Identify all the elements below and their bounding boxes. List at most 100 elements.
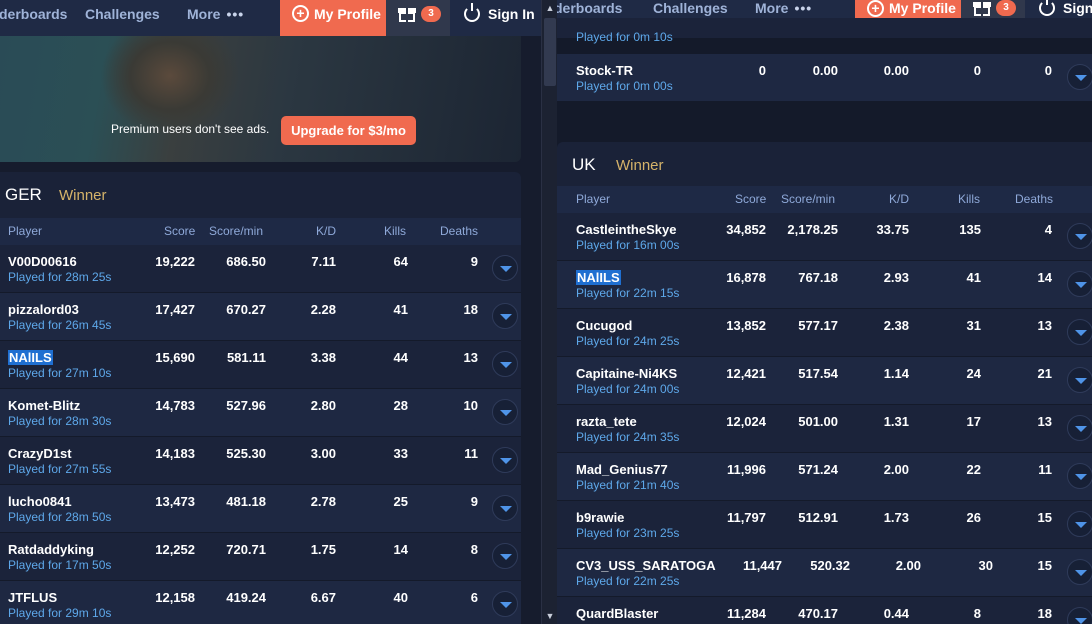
my-profile-button[interactable]: + My Profile [280,0,386,36]
player-name[interactable]: Stock-TR [576,63,633,78]
table-row[interactable]: razta_tete Played for 24m 35s 12,024 501.00… [557,405,1092,453]
expand-button[interactable] [1067,319,1092,345]
expand-button[interactable] [1067,511,1092,537]
nav-more-label: More [187,6,221,22]
player-name[interactable]: Cucugod [576,318,632,333]
col-score-min-uk: Score/min [781,192,836,206]
sign-in-button[interactable]: Sign In [464,0,535,36]
expand-button[interactable] [492,255,518,281]
player-name[interactable]: CastleintheSkye [576,222,676,237]
player-name[interactable]: b9rawie [576,510,624,525]
table-row[interactable]: Cucugod Played for 24m 25s 13,852 577.17 2.3… [557,309,1092,357]
table-row[interactable]: b9rawie Played for 23m 25s 11,797 512.91 1.7… [557,501,1092,549]
score-value: 34,852 [726,222,766,237]
expand-button[interactable] [1067,415,1092,441]
kd-value: 1.31 [883,414,909,429]
played-time: Played for 24m 25s [576,334,680,348]
table-row[interactable]: Stock-TR Played for 0m 00s 0 0.00 0.00 0… [557,54,1092,102]
player-name[interactable]: NAlILS [576,270,621,285]
table-row[interactable]: CastleintheSkye Played for 16m 00s 34,852 2… [557,213,1092,261]
expand-button[interactable] [1067,367,1092,393]
player-name[interactable]: Mad_Genius77 [576,462,668,477]
expand-button[interactable] [492,303,518,329]
kills-value: 28 [393,398,408,413]
score-value: 13,852 [726,318,766,333]
ad-text: Premium users don't see ads. [111,122,270,136]
table-row[interactable]: Komet-Blitz Played for 28m 30s 14,783 527.9… [0,389,521,437]
chevron-down-icon [500,506,512,512]
player-name[interactable]: JTFLUS [8,590,57,605]
table-row[interactable]: V00D00616 Played for 28m 25s 19,222 686.50 7… [0,245,521,293]
expand-button[interactable] [492,591,518,617]
scroll-thumb[interactable] [544,18,556,86]
upgrade-button[interactable]: Upgrade for $3/mo [281,116,416,145]
table-row[interactable]: NAlILS Played for 22m 15s 16,878 767.18 2.93… [557,261,1092,309]
expand-button[interactable] [492,351,518,377]
expand-button[interactable] [492,543,518,569]
kills-value: 41 [966,270,981,285]
table-row[interactable]: Ratdaddyking Played for 17m 50s 12,252 720.… [0,533,521,581]
right-window: derboards Challenges More ••• + My Profil… [557,0,1092,624]
chevron-down-icon [1075,426,1087,432]
kd-value: 2.00 [883,462,909,477]
score-value: 13,473 [155,494,195,509]
score-min-value: 571.24 [798,462,838,477]
expand-button[interactable] [1067,271,1092,297]
left-window: derboards Challenges More ••• + My Profil… [0,0,541,624]
expand-button[interactable] [1067,463,1092,489]
expand-button[interactable] [492,399,518,425]
kd-value: 6.67 [310,590,336,605]
table-row[interactable]: QuardBlaster 11,284 470.17 0.44 8 18 [557,597,1092,624]
scrollbar[interactable]: ▲ ▼ [541,0,557,624]
deaths-value: 13 [1037,414,1052,429]
table-row[interactable]: NAlILS Played for 27m 10s 15,690 581.11 3.38… [0,341,521,389]
table-row[interactable]: CrazyD1st Played for 27m 55s 14,183 525.30 3… [0,437,521,485]
player-name[interactable]: CV3_USS_SARATOGA [576,558,716,573]
player-name[interactable]: CrazyD1st [8,446,72,461]
nav-more[interactable]: More ••• [187,0,244,36]
chevron-down-icon [500,266,512,272]
table-row[interactable]: Capitaine-Ni4KS Played for 24m 00s 12,421 5… [557,357,1092,405]
deaths-value: 11 [464,446,478,461]
card-header-uk: UK Winner [557,142,1092,188]
expand-button[interactable] [492,495,518,521]
player-name[interactable]: QuardBlaster [576,606,658,621]
gift-button[interactable]: 3 [386,0,450,36]
player-name[interactable]: lucho0841 [8,494,72,509]
table-row[interactable]: lucho0841 Played for 28m 50s 13,473 481.18 2… [0,485,521,533]
chevron-down-icon [500,410,512,416]
score-value: 11,797 [726,510,766,525]
kills-value: 14 [393,542,408,557]
nav-challenges[interactable]: Challenges [85,0,160,36]
chevron-down-icon [1075,75,1087,81]
player-name[interactable]: NAlILS [8,350,53,365]
col-score: Score [164,224,196,238]
kills-value: 135 [959,222,981,237]
player-name[interactable]: V00D00616 [8,254,77,269]
kills-value: 33 [393,446,408,461]
player-name[interactable]: Capitaine-Ni4KS [576,366,677,381]
score-value: 14,183 [155,446,195,461]
scroll-down-icon[interactable]: ▼ [542,610,558,622]
score-min-value: 470.17 [798,606,838,621]
player-name[interactable]: Ratdaddyking [8,542,94,557]
table-row[interactable]: CV3_USS_SARATOGA Played for 22m 25s 11,447… [557,549,1092,597]
score-min-value: 2,178.25 [787,222,838,237]
score-value: 12,158 [155,590,195,605]
player-name[interactable]: pizzalord03 [8,302,79,317]
played-time: Played for 24m 00s [576,382,680,396]
expand-button[interactable] [1067,607,1092,624]
chevron-down-icon [500,554,512,560]
deaths-value: 0 [1044,63,1052,78]
table-row[interactable]: Mad_Genius77 Played for 21m 40s 11,996 571.… [557,453,1092,501]
table-row[interactable]: JTFLUS Played for 29m 10s 12,158 419.24 6.67… [0,581,521,624]
player-name[interactable]: razta_tete [576,414,637,429]
expand-button[interactable] [492,447,518,473]
table-row[interactable]: pizzalord03 Played for 26m 45s 17,427 670.2… [0,293,521,341]
expand-button[interactable] [1067,559,1092,585]
nav-leaderboards[interactable]: derboards [0,0,67,36]
player-name[interactable]: Komet-Blitz [8,398,80,413]
expand-button[interactable] [1067,223,1092,249]
expand-button[interactable] [1067,64,1092,90]
scroll-up-icon[interactable]: ▲ [542,2,558,14]
